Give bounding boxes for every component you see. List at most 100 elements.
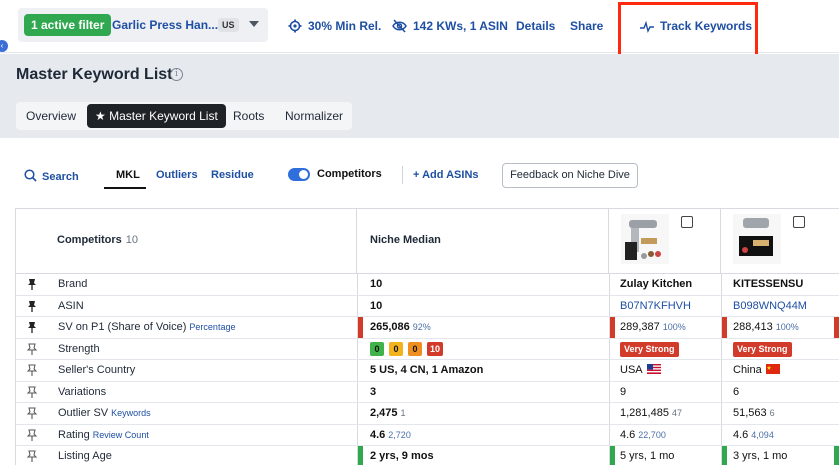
pin-icon-outline[interactable] (26, 364, 38, 377)
active-filter-badge[interactable]: 1 active filter (24, 14, 112, 36)
chevron-down-icon[interactable] (249, 21, 259, 27)
table-row-brand: Brand 10 Zulay Kitchen KITESSENSU (16, 274, 839, 296)
eye-off-icon (392, 19, 407, 33)
pin-icon-outline[interactable] (26, 386, 38, 399)
row-label: Listing Age (58, 450, 112, 462)
competitor-1-subvalue: 22,700 (638, 429, 666, 440)
toolbar-divider (402, 166, 403, 184)
pin-icon-filled[interactable] (26, 321, 38, 334)
row-label-text: Variations (58, 385, 107, 398)
competitor-1-value: 289,387 100% (620, 321, 686, 333)
details-link[interactable]: Details (516, 19, 555, 33)
indicator-bar-green (834, 446, 839, 465)
median-value: 3 (370, 385, 377, 398)
competitor-2-value-text: 4.6 (733, 428, 749, 441)
indicator-bar-red (610, 317, 615, 338)
product-image-garlic-press[interactable] (733, 214, 781, 264)
title-panel: Master Keyword List i Overview ★ Master … (0, 54, 839, 138)
search-icon (24, 169, 37, 182)
product-name[interactable]: Garlic Press Han... (112, 18, 218, 32)
tab-outliers[interactable]: Outliers (156, 169, 198, 181)
keywords-count-button[interactable]: 142 KWs, 1 ASIN (392, 19, 508, 33)
row-label: ASIN (58, 300, 84, 312)
competitor-2-value: 4.6 4,094 (733, 429, 774, 441)
row-label-text: Rating (58, 428, 90, 441)
product-image-garlic-press[interactable] (621, 214, 669, 264)
row-label: Variations (58, 386, 106, 398)
competitor-1-value: 5 yrs, 1 mo (620, 450, 675, 462)
highlight-box (618, 2, 758, 60)
median-value: 265,086 92% (370, 321, 431, 333)
compare-checkbox[interactable] (793, 216, 805, 228)
competitor-2-value-text: 51,563 (733, 407, 767, 419)
gear-icon (288, 19, 302, 33)
min-relevance-label: 30% Min Rel. (308, 19, 382, 33)
us-flag-icon (646, 364, 661, 374)
table-row-listing-age: Listing Age 2 yrs, 9 mos 5 yrs, 1 mo 3 y… (16, 446, 839, 465)
search-label: Search (42, 171, 79, 183)
tab-residue[interactable]: Residue (211, 169, 254, 181)
compare-checkbox[interactable] (681, 216, 693, 228)
min-relevance-button[interactable]: 30% Min Rel. (288, 19, 381, 33)
competitors-header-label: Competitors 10 (57, 234, 138, 246)
strength-chip-green: 0 (370, 341, 384, 356)
tab-roots[interactable]: Roots (225, 104, 272, 128)
tab-normalizer[interactable]: Normalizer (277, 104, 351, 128)
niche-median-label: Niche Median (370, 234, 441, 246)
competitors-count: 10 (125, 234, 139, 246)
median-value: 2,475 1 (370, 407, 406, 419)
pin-icon-outline[interactable] (26, 407, 38, 420)
china-flag-icon (765, 364, 780, 374)
row-label: SV on P1 (Share of Voice) Percentage (58, 321, 235, 333)
indicator-bar-red (722, 317, 727, 338)
tab-mkl[interactable]: MKL (116, 169, 140, 181)
median-value: 10 (370, 299, 383, 312)
pin-icon-outline[interactable] (26, 450, 38, 463)
competitor-2-header (721, 209, 839, 274)
pin-icon-filled[interactable] (26, 300, 38, 313)
add-asins-button[interactable]: + Add ASINs (413, 169, 479, 181)
competitor-1-subvalue: 47 (671, 408, 682, 418)
median-value: 10 (370, 278, 383, 290)
competitor-1-brand: Zulay Kitchen (620, 278, 693, 290)
pin-icon-filled[interactable] (26, 278, 38, 291)
competitors-toggle-label: Competitors (317, 168, 382, 180)
indicator-bar-green (610, 446, 615, 465)
tab-master-keyword-list[interactable]: ★ Master Keyword List (87, 104, 226, 128)
info-icon[interactable]: i (170, 68, 183, 81)
competitors-toggle[interactable] (288, 168, 310, 181)
feedback-button[interactable]: Feedback on Niche Dive (502, 163, 638, 188)
competitor-1-asin-link[interactable]: B07N7KFHVH (620, 300, 691, 312)
share-link[interactable]: Share (570, 19, 603, 33)
keyword-table: Competitors 10 Niche Median Brand 10 Zul… (15, 208, 839, 465)
search-button[interactable]: Search (24, 169, 79, 183)
keyword-toolbar: Search MKL Outliers Residue Competitors … (0, 138, 839, 208)
row-label-text: ASIN (58, 299, 84, 312)
tab-overview[interactable]: Overview (18, 104, 84, 128)
median-value: 4.6 2,720 (370, 429, 411, 441)
competitor-1-strength-badge: Very Strong (620, 341, 679, 357)
competitor-1-country-text: USA (620, 364, 643, 376)
table-row-seller-country: Seller's Country 5 US, 4 CN, 1 Amazon US… (16, 360, 839, 382)
median-value-text: 2,475 (370, 407, 398, 419)
median-value: 5 US, 4 CN, 1 Amazon (370, 364, 484, 376)
competitor-2-subvalue: 6 (769, 408, 775, 418)
row-label-text: SV on P1 (Share of Voice) (58, 321, 187, 333)
competitor-1-value-text: 4.6 (620, 428, 636, 441)
row-sublabel: Keywords (111, 408, 151, 418)
table-row-asin: ASIN 10 B07N7KFHVH B098WNQ44M (16, 296, 839, 317)
competitor-1-country: USA (620, 364, 661, 376)
strength-chip-orange: 0 (408, 341, 422, 356)
filter-group[interactable]: 1 active filter Garlic Press Han... US (18, 8, 268, 42)
competitor-2-asin-link[interactable]: B098WNQ44M (733, 300, 807, 312)
pin-icon-outline[interactable] (26, 429, 38, 442)
competitor-2-value: 6 (733, 385, 740, 398)
competitor-2-value: 51,563 6 (733, 407, 775, 419)
row-label-text: Seller's Country (58, 364, 136, 376)
pin-icon-outline[interactable] (26, 343, 38, 356)
mkl-underline (104, 187, 146, 189)
row-sublabel: Percentage (189, 322, 236, 332)
indicator-bar-red (358, 317, 363, 338)
competitor-2-subvalue: 4,094 (751, 429, 774, 440)
row-label: Seller's Country (58, 364, 135, 376)
